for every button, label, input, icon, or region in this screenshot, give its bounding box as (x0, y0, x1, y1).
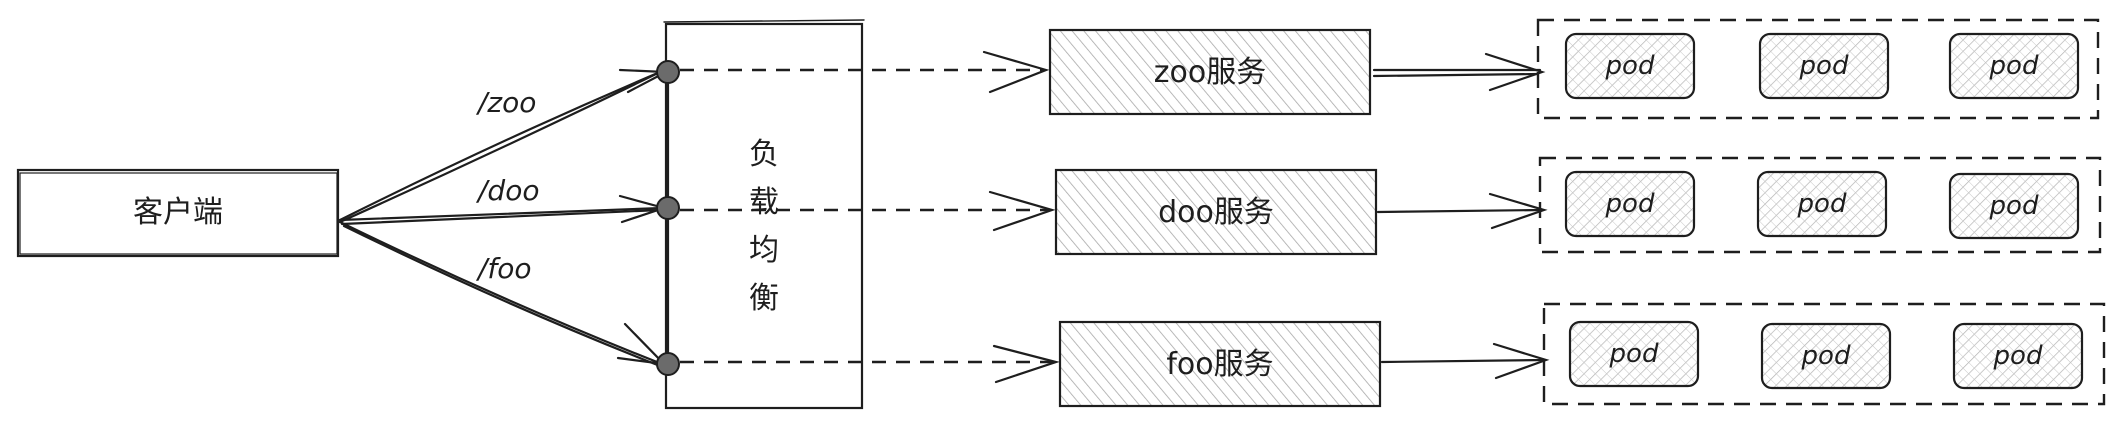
route-label-foo: /foo (475, 252, 532, 285)
pod-label: pod (1993, 341, 2043, 371)
client-box: 客户端 (16, 168, 340, 258)
load-balancer-box: 负 载 均 衡 (663, 19, 865, 410)
service-foo-box: foo服务 (1058, 320, 1382, 408)
pod-zoo-1: pod (1564, 32, 1696, 100)
lb-char-2: 载 (749, 185, 779, 220)
service-to-pods-arrows (1372, 52, 1550, 380)
service-zoo-box: zoo服务 (1048, 28, 1372, 116)
pod-label: pod (1609, 339, 1659, 369)
pod-label: pod (1797, 189, 1847, 219)
service-doo-box: doo服务 (1054, 168, 1378, 256)
route-arrow-doo (338, 206, 664, 222)
pod-doo-3: pod (1948, 172, 2080, 240)
pod-label: pod (1989, 191, 2039, 221)
lb-char-1: 负 (749, 137, 779, 172)
lb-node-zoo (656, 60, 680, 84)
pod-zoo-2: pod (1758, 32, 1890, 100)
lb-to-service-arrows (680, 50, 1060, 384)
pod-foo-3: pod (1952, 322, 2084, 390)
route-label-zoo: /zoo (475, 86, 536, 119)
route-arrow-foo (338, 220, 664, 366)
architecture-diagram: 客户端 负 载 均 衡 /zoo /doo /foo zoo服务 doo服务 f… (16, 18, 2106, 410)
pod-zoo-3: pod (1948, 32, 2080, 100)
pod-foo-2: pod (1760, 322, 1892, 390)
pod-label: pod (1605, 189, 1655, 219)
pod-label: pod (1989, 51, 2039, 81)
lb-node-doo (656, 196, 680, 220)
lb-node-foo (656, 352, 680, 376)
client-label: 客户端 (133, 195, 223, 230)
lb-char-4: 衡 (749, 281, 779, 316)
pod-label: pod (1605, 51, 1655, 81)
pod-label: pod (1801, 341, 1851, 371)
route-label-doo: /doo (475, 174, 539, 207)
lb-char-3: 均 (749, 233, 779, 268)
service-zoo-label: zoo服务 (1154, 55, 1266, 90)
pod-foo-1: pod (1568, 320, 1700, 388)
service-foo-label: foo服务 (1166, 347, 1273, 382)
pod-doo-2: pod (1756, 170, 1888, 238)
service-doo-label: doo服务 (1158, 195, 1274, 230)
pod-label: pod (1799, 51, 1849, 81)
pod-doo-1: pod (1564, 170, 1696, 238)
